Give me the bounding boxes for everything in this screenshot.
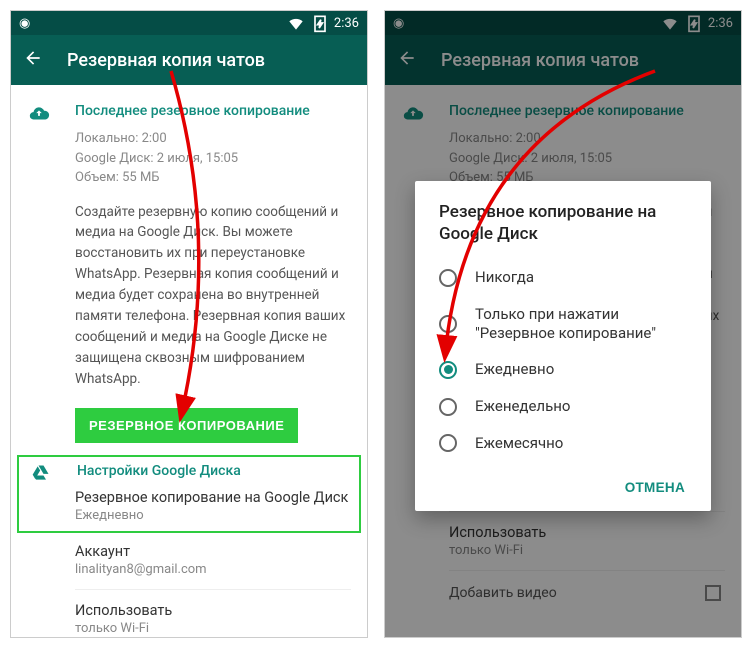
option-on-tap[interactable]: Только при нажатии "Резервное копировани… [439, 296, 695, 352]
backup-frequency-dialog: Резервное копирование на Google Диск Ник… [415, 181, 711, 511]
option-monthly[interactable]: Ежемесячно [439, 425, 695, 462]
cloud-upload-icon [27, 103, 51, 125]
option-weekly[interactable]: Еженедельно [439, 388, 695, 425]
use-row[interactable]: Использовать только Wi-Fi [11, 592, 367, 638]
app-bar: Резервная копия чатов [11, 35, 367, 85]
last-backup-title: Последнее резервное копирование [75, 103, 310, 119]
backup-button[interactable]: РЕЗЕРВНОЕ КОПИРОВАНИЕ [75, 408, 298, 443]
backup-local: Локально: 2:00 [75, 129, 351, 149]
option-label: Никогда [475, 268, 534, 287]
use-value: только Wi-Fi [75, 621, 351, 636]
phone-right: ◉ 2:36 Резервная копия чатов Последнее р… [384, 10, 742, 638]
backup-frequency-value: Ежедневно [75, 508, 351, 523]
status-time: 2:36 [334, 16, 359, 31]
status-bar: ◉ 2:36 [11, 11, 367, 35]
wifi-icon [286, 13, 306, 33]
backup-frequency-label: Резервное копирование на Google Диск [75, 489, 351, 506]
option-label: Ежемесячно [475, 434, 563, 453]
option-daily[interactable]: Ежедневно [439, 351, 695, 388]
option-label: Только при нажатии "Резервное копировани… [475, 305, 695, 343]
account-label: Аккаунт [75, 543, 351, 560]
radio-icon[interactable] [439, 269, 457, 287]
account-row[interactable]: Аккаунт linalityan8@gmail.com [11, 533, 367, 587]
page-title: Резервная копия чатов [67, 50, 265, 71]
radio-icon[interactable] [439, 315, 457, 333]
use-label: Использовать [75, 602, 351, 619]
backup-description: Создайте резервную копию сообщений и мед… [11, 188, 367, 404]
recording-icon: ◉ [19, 16, 30, 31]
drive-settings-title: Настройки Google Диска [77, 463, 241, 479]
last-backup-info: Локально: 2:00 Google Диск: 2 июля, 15:0… [11, 129, 367, 188]
dialog-title: Резервное копирование на Google Диск [439, 201, 695, 245]
backup-size: Объем: 55 МБ [75, 168, 351, 188]
cancel-button[interactable]: ОТМЕНА [615, 472, 695, 503]
last-backup-header: Последнее резервное копирование [11, 93, 367, 129]
drive-settings-highlight: Настройки Google Диска Резервное копиров… [17, 455, 361, 533]
backup-drive: Google Диск: 2 июля, 15:05 [75, 149, 351, 169]
backup-frequency-row[interactable]: Резервное копирование на Google Диск Еже… [27, 487, 351, 523]
divider [75, 589, 351, 590]
battery-icon [310, 13, 330, 33]
radio-icon[interactable] [439, 434, 457, 452]
option-label: Еженедельно [475, 397, 570, 416]
radio-icon-selected[interactable] [439, 361, 457, 379]
option-never[interactable]: Никогда [439, 259, 695, 296]
drive-icon [29, 463, 53, 483]
radio-icon[interactable] [439, 398, 457, 416]
account-value: linalityan8@gmail.com [75, 562, 351, 577]
back-icon[interactable] [23, 48, 43, 72]
option-label: Ежедневно [475, 360, 554, 379]
phone-left: ◉ 2:36 Резервная копия чатов Последнее р… [10, 10, 368, 638]
